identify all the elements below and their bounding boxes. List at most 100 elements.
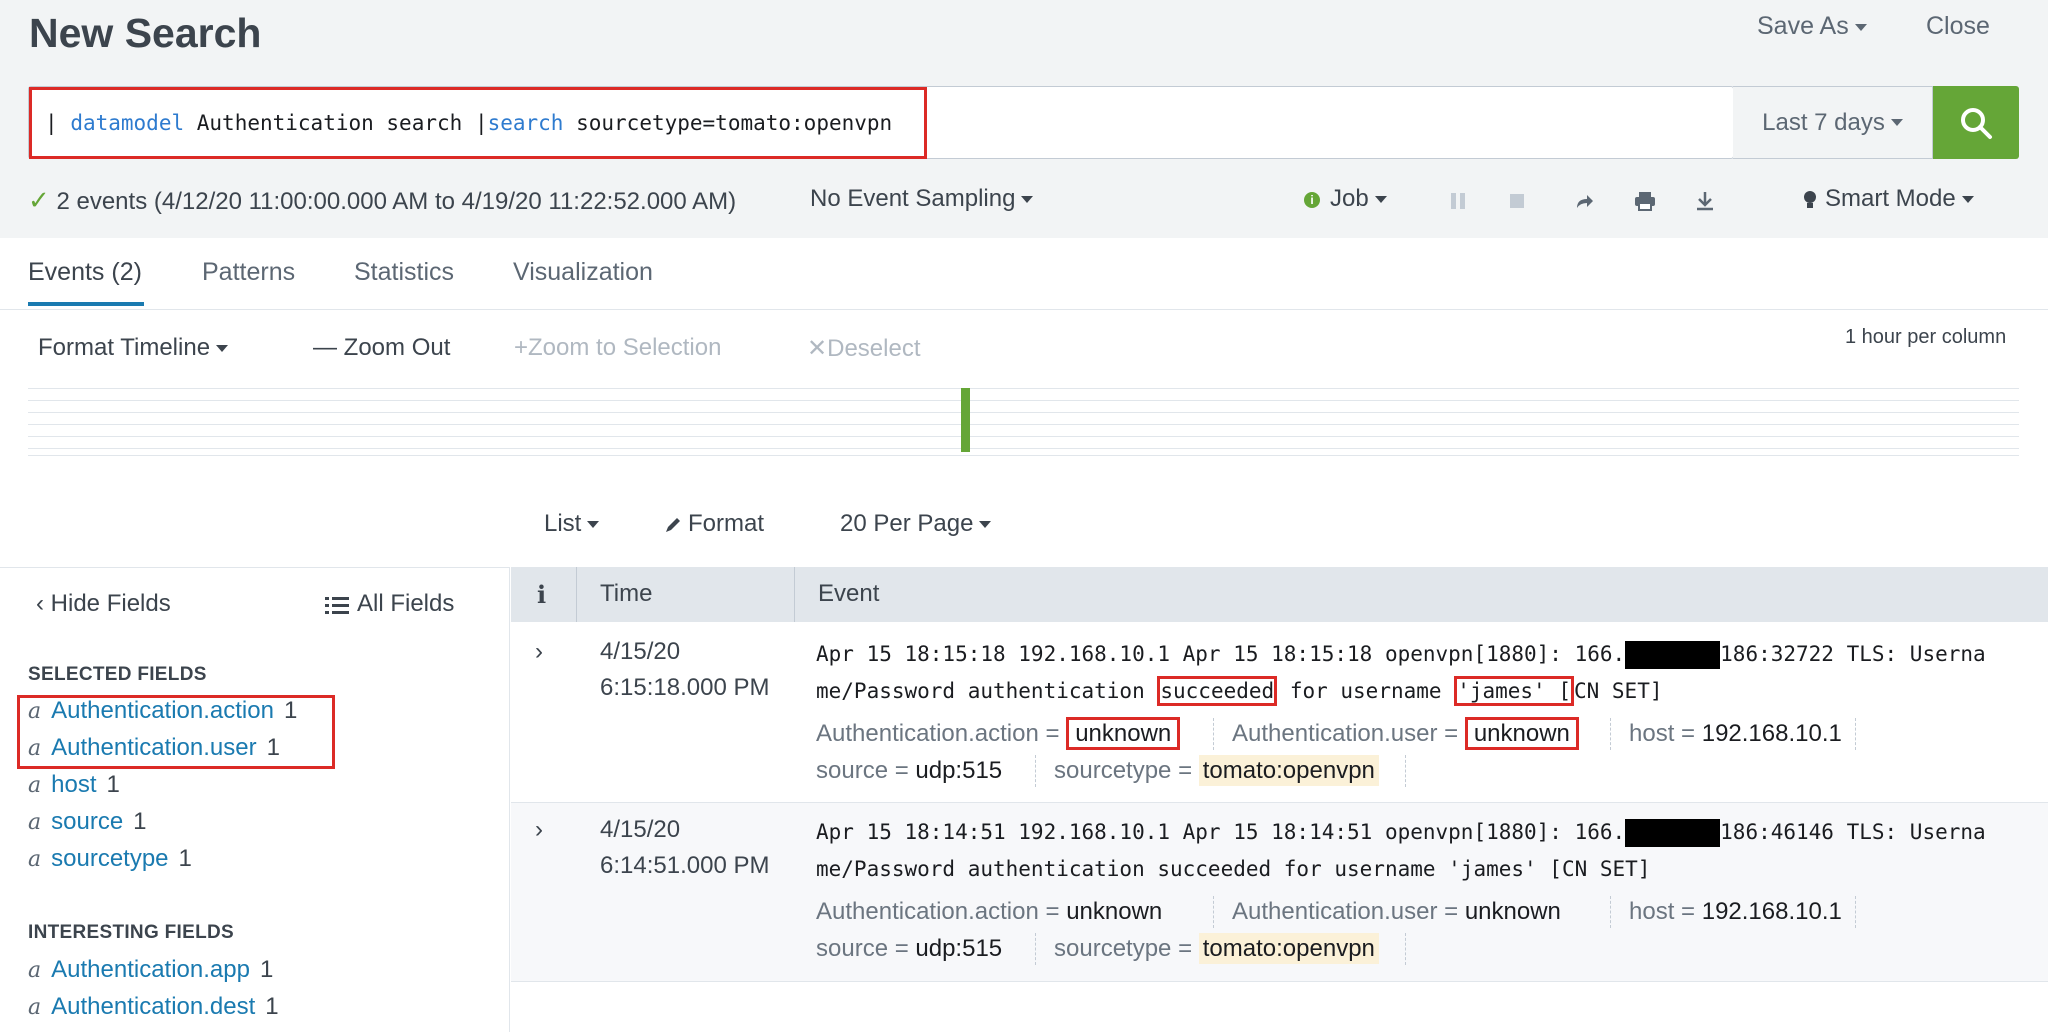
field-user[interactable]: Authentication.user = unknown xyxy=(1232,898,1561,926)
field-item[interactable]: a Authentication.app 1 xyxy=(28,956,273,984)
format-button[interactable]: Format xyxy=(664,510,764,538)
field-value[interactable]: udp:515 xyxy=(915,757,1002,784)
check-icon: ✓ xyxy=(28,185,50,215)
print-icon xyxy=(1635,192,1655,211)
field-value[interactable]: 192.168.10.1 xyxy=(1702,720,1842,747)
zoom-out-button[interactable]: — Zoom Out xyxy=(313,334,450,362)
list-view-menu[interactable]: List xyxy=(544,510,600,538)
field-name: sourcetype xyxy=(51,845,169,872)
field-host[interactable]: host = 192.168.10.1 xyxy=(1629,898,1842,926)
time-range-picker[interactable]: Last 7 days xyxy=(1733,86,1933,159)
event-raw-text: me/Password authentication succeeded for… xyxy=(816,857,1651,881)
event-sampling-menu[interactable]: No Event Sampling xyxy=(810,185,1034,213)
field-value[interactable]: unknown xyxy=(1465,898,1561,925)
event-text: CN SET] xyxy=(1573,679,1663,703)
timeline-scale: 1 hour per column xyxy=(1845,326,2007,348)
event-time: 4/15/20 6:15:18.000 PM xyxy=(600,634,769,706)
list-icon xyxy=(325,596,349,614)
timeline-gridline xyxy=(28,455,2019,456)
per-page-menu[interactable]: 20 Per Page xyxy=(840,510,992,538)
all-fields-label: All Fields xyxy=(357,590,455,617)
event-raw-text: Apr 15 18:14:51 192.168.10.1 Apr 15 18:1… xyxy=(816,814,1986,851)
field-value[interactable]: unknown xyxy=(1066,898,1162,925)
lightbulb-icon xyxy=(1804,190,1816,208)
all-fields-button[interactable]: All Fields xyxy=(325,590,454,618)
field-key: Authentication.action = xyxy=(816,898,1060,925)
event-raw-text: me/Password authentication succeeded for… xyxy=(816,673,1663,710)
field-item[interactable]: a host 1 xyxy=(28,771,120,799)
print-button[interactable] xyxy=(1631,187,1659,215)
share-icon xyxy=(1577,195,1593,208)
field-item[interactable]: a Authentication.dest 1 xyxy=(28,993,279,1021)
field-user[interactable]: Authentication.user = unknown xyxy=(1232,717,1579,750)
event-text: Apr 15 18:15:18 192.168.10.1 Apr 15 18:1… xyxy=(816,642,1626,666)
field-count: 1 xyxy=(265,993,279,1020)
string-type-icon: a xyxy=(28,958,42,983)
field-value[interactable]: tomato:openvpn xyxy=(1198,933,1379,964)
events-summary: ✓ 2 events (4/12/20 11:00:00.000 AM to 4… xyxy=(28,185,736,216)
field-item[interactable]: a source 1 xyxy=(28,808,147,836)
job-menu[interactable]: i Job xyxy=(1304,185,1387,213)
events-table-header xyxy=(511,567,2048,622)
events-summary-text: 2 events (4/12/20 11:00:00.000 AM to 4/1… xyxy=(56,188,737,215)
search-button[interactable] xyxy=(1933,86,2019,159)
timeline-gridline xyxy=(28,424,2019,425)
save-as-menu[interactable]: Save As xyxy=(1757,12,1867,41)
field-sourcetype[interactable]: sourcetype = tomato:openvpn xyxy=(1054,755,1379,786)
close-button[interactable]: Close xyxy=(1926,12,1990,41)
chevron-down-icon xyxy=(1021,196,1034,204)
zoom-to-selection-button[interactable]: +Zoom to Selection xyxy=(514,334,721,362)
field-value[interactable]: unknown xyxy=(1464,717,1579,750)
field-sourcetype[interactable]: sourcetype = tomato:openvpn xyxy=(1054,933,1379,964)
field-host[interactable]: host = 192.168.10.1 xyxy=(1629,720,1842,748)
timeline-gridline xyxy=(28,448,2019,449)
event-text: Apr 15 18:14:51 192.168.10.1 Apr 15 18:1… xyxy=(816,820,1626,844)
zoom-out-label: Zoom Out xyxy=(343,334,451,361)
event-date: 4/15/20 xyxy=(600,816,681,843)
field-value[interactable]: tomato:openvpn xyxy=(1198,755,1379,786)
tab-visualization[interactable]: Visualization xyxy=(513,258,653,287)
timeline-bar[interactable] xyxy=(961,388,970,452)
deselect-button[interactable]: ✕Deselect xyxy=(807,334,920,363)
field-value[interactable]: 192.168.10.1 xyxy=(1702,898,1842,925)
chevron-down-icon xyxy=(1374,196,1387,204)
field-action[interactable]: Authentication.action = unknown xyxy=(816,898,1162,926)
field-separator xyxy=(1405,933,1406,965)
save-as-label: Save As xyxy=(1757,12,1849,40)
field-name: Authentication.app xyxy=(51,956,250,983)
field-action[interactable]: Authentication.action = unknown xyxy=(816,717,1181,750)
field-source[interactable]: source = udp:515 xyxy=(816,757,1002,785)
time-column-header[interactable]: Time xyxy=(600,580,652,608)
export-button[interactable] xyxy=(1691,187,1719,215)
event-text: 186:46146 TLS: Userna xyxy=(1720,820,1986,844)
list-label: List xyxy=(544,510,582,537)
field-separator xyxy=(1610,896,1611,928)
stop-button[interactable] xyxy=(1503,187,1531,215)
zoom-to-selection-label: Zoom to Selection xyxy=(528,334,722,361)
page-title: New Search xyxy=(29,10,262,56)
interesting-fields-heading: INTERESTING FIELDS xyxy=(28,922,234,943)
pencil-icon xyxy=(666,517,680,532)
search-mode-menu[interactable]: Smart Mode xyxy=(1803,185,1974,213)
hide-fields-button[interactable]: ‹ Hide Fields xyxy=(36,590,171,618)
selected-fields-heading: SELECTED FIELDS xyxy=(28,664,207,685)
format-timeline-menu[interactable]: Format Timeline xyxy=(38,334,229,362)
field-item[interactable]: a sourcetype 1 xyxy=(28,845,192,873)
tab-patterns[interactable]: Patterns xyxy=(202,258,295,287)
tab-statistics[interactable]: Statistics xyxy=(354,258,454,287)
pause-button[interactable] xyxy=(1444,187,1472,215)
chevron-down-icon xyxy=(1854,23,1867,31)
field-separator xyxy=(1855,896,1856,928)
expand-row-icon[interactable]: › xyxy=(535,638,543,666)
string-type-icon: a xyxy=(28,847,42,872)
field-key: Authentication.action = xyxy=(816,720,1060,747)
field-source[interactable]: source = udp:515 xyxy=(816,935,1002,963)
job-label: Job xyxy=(1330,185,1369,212)
expand-row-icon[interactable]: › xyxy=(535,816,543,844)
field-value[interactable]: unknown xyxy=(1066,717,1181,750)
tab-events[interactable]: Events (2) xyxy=(28,258,142,287)
field-key: Authentication.user = xyxy=(1232,720,1459,747)
field-value[interactable]: udp:515 xyxy=(915,935,1002,962)
chevron-down-icon xyxy=(979,521,992,529)
share-button[interactable] xyxy=(1571,187,1599,215)
